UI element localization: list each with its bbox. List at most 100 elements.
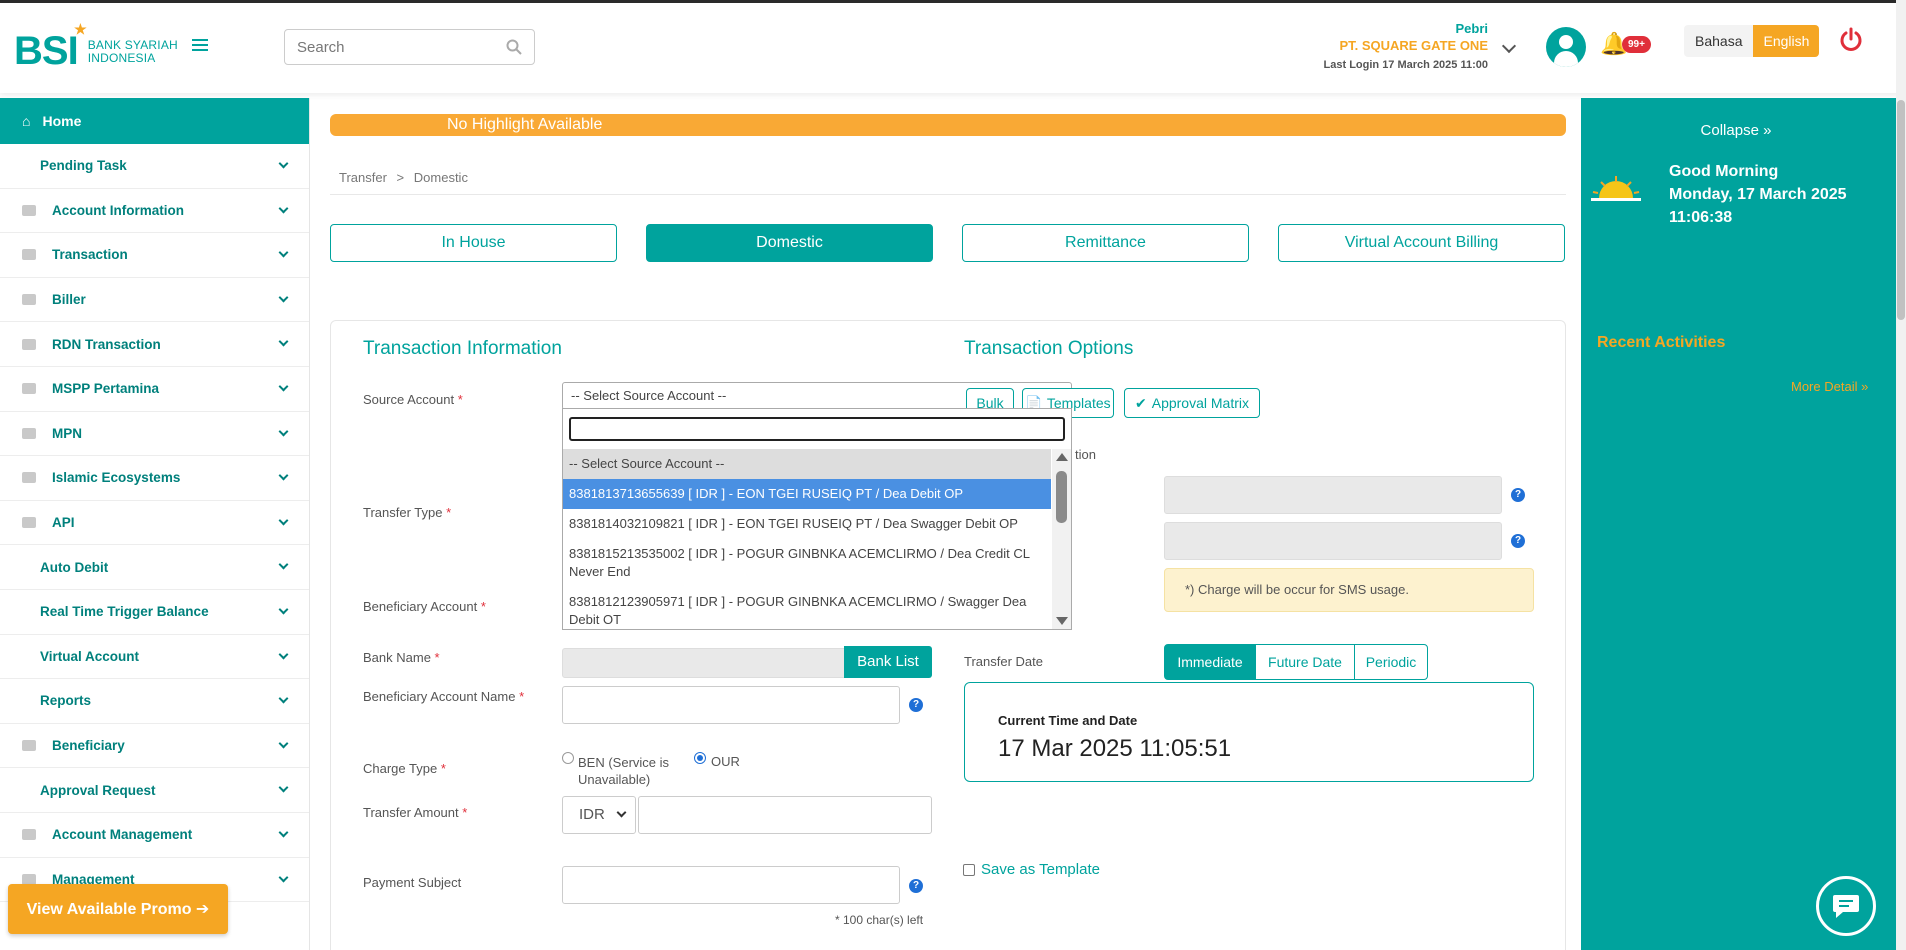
logo-text: BANK SYARIAH INDONESIA <box>87 37 178 65</box>
chevron-down-icon[interactable] <box>278 515 289 526</box>
transfer-amount-input[interactable] <box>638 796 932 834</box>
chevron-down-icon[interactable] <box>278 292 289 303</box>
chevron-down-icon[interactable] <box>278 158 289 169</box>
sidebar-item[interactable]: MPN <box>0 412 309 457</box>
date-immediate-button[interactable]: Immediate <box>1164 644 1256 680</box>
chevron-down-icon <box>616 807 627 818</box>
option-field-1[interactable] <box>1164 476 1502 514</box>
handshake-icon <box>22 472 36 484</box>
chevron-down-icon[interactable] <box>278 693 289 704</box>
sidebar-item[interactable]: Pending Task <box>0 144 309 189</box>
chevron-down-icon[interactable] <box>278 247 289 258</box>
lang-english-button[interactable]: English <box>1753 25 1820 57</box>
approval-matrix-button[interactable]: ✔ Approval Matrix <box>1124 388 1260 418</box>
chevron-down-icon[interactable] <box>278 381 289 392</box>
sidebar-item[interactable]: Account Management <box>0 813 309 858</box>
save-template-label[interactable]: Save as Template <box>981 861 1100 878</box>
page-scrollbar[interactable] <box>1896 0 1906 950</box>
menu-toggle-icon[interactable] <box>192 39 208 53</box>
search-input[interactable] <box>297 38 487 56</box>
sidebar-item[interactable]: Real Time Trigger Balance <box>0 590 309 635</box>
dropdown-option[interactable]: 8381815213535002 [ IDR ] - POGUR GINBNKA… <box>563 539 1051 587</box>
tab-virtual-account-billing[interactable]: Virtual Account Billing <box>1278 224 1565 262</box>
sidebar-item[interactable]: API <box>0 501 309 546</box>
bank-name-field[interactable] <box>562 648 872 678</box>
sidebar-item[interactable]: RDN Transaction <box>0 322 309 367</box>
chevron-down-icon[interactable] <box>278 827 289 838</box>
dropdown-option[interactable]: 8381814032109821 [ IDR ] - EON TGEI RUSE… <box>563 509 1051 539</box>
avatar[interactable] <box>1546 27 1586 67</box>
greeting-date: Monday, 17 March 2025 <box>1669 186 1847 203</box>
payment-subject-label: Payment Subject <box>363 875 462 890</box>
sidebar-item[interactable]: Transaction <box>0 233 309 278</box>
sidebar-item-label: Biller <box>52 292 86 308</box>
dropdown-option-selected[interactable]: 8381813713655639 [ IDR ] - EON TGEI RUSE… <box>563 479 1051 509</box>
help-icon[interactable]: ? <box>909 698 923 712</box>
sidebar-item[interactable]: MSPP Pertamina <box>0 367 309 412</box>
sidebar-item-label: Virtual Account <box>40 648 140 664</box>
breadcrumb-transfer[interactable]: Transfer <box>339 170 387 185</box>
payment-subject-input[interactable] <box>562 866 900 904</box>
tab-in-house[interactable]: In House <box>330 224 617 262</box>
sidebar-item[interactable]: Reports <box>0 679 309 724</box>
search-box[interactable] <box>284 29 535 65</box>
help-icon[interactable]: ? <box>1511 488 1525 502</box>
sidebar-item[interactable]: Islamic Ecosystems <box>0 456 309 501</box>
chevron-down-icon[interactable] <box>1501 38 1517 54</box>
chevron-down-icon[interactable] <box>278 782 289 793</box>
sidebar-item[interactable]: Beneficiary <box>0 724 309 769</box>
scroll-thumb[interactable] <box>1056 471 1067 523</box>
date-periodic-button[interactable]: Periodic <box>1354 644 1428 680</box>
more-detail-link[interactable]: More Detail » <box>1791 379 1868 394</box>
option-field-2[interactable] <box>1164 522 1502 560</box>
sidebar-item-label: MPN <box>52 425 82 441</box>
dropdown-scrollbar[interactable] <box>1052 449 1071 629</box>
dropdown-option[interactable]: -- Select Source Account -- <box>563 449 1051 479</box>
chevron-down-icon[interactable] <box>278 203 289 214</box>
charge-ben-label: BEN (Service is Unavailable) <box>578 755 670 787</box>
scroll-down-arrow-icon[interactable] <box>1056 617 1068 625</box>
chat-icon[interactable] <box>1816 876 1876 936</box>
chevron-down-icon[interactable] <box>278 738 289 749</box>
dropdown-option[interactable]: 8381812123905971 [ IDR ] - POGUR GINBNKA… <box>563 587 1051 629</box>
lang-bahasa-button[interactable]: Bahasa <box>1684 25 1754 57</box>
sidebar-item[interactable]: Account Information <box>0 189 309 234</box>
search-icon[interactable] <box>506 39 522 55</box>
beneficiary-name-input[interactable] <box>562 686 900 724</box>
view-promo-button[interactable]: View Available Promo ➔ <box>8 884 228 934</box>
sidebar-item[interactable]: Biller <box>0 278 309 323</box>
folder-icon <box>22 740 36 752</box>
chevron-down-icon[interactable] <box>278 649 289 659</box>
sidebar-item[interactable]: Virtual Account <box>0 635 309 680</box>
sidebar-item[interactable]: Auto Debit <box>0 545 309 590</box>
save-template-checkbox[interactable] <box>963 864 975 876</box>
breadcrumb-separator-icon: > <box>396 170 405 185</box>
current-time-value: 17 Mar 2025 11:05:51 <box>998 735 1232 762</box>
bank-list-button[interactable]: Bank List <box>844 646 932 678</box>
charge-our-radio[interactable] <box>694 752 706 764</box>
chevron-down-icon[interactable] <box>278 604 289 615</box>
tab-domestic[interactable]: Domestic <box>646 224 933 262</box>
chevron-down-icon[interactable] <box>278 559 289 570</box>
chevron-down-icon[interactable] <box>278 872 289 882</box>
sidebar-item-label: Auto Debit <box>40 559 109 575</box>
sidebar-item-label: Beneficiary <box>52 738 125 754</box>
chevron-down-icon[interactable] <box>278 336 289 347</box>
main-content: No Highlight Available Transfer > Domest… <box>330 98 1566 950</box>
bsi-logo[interactable]: BSI ★ BANK SYARIAH INDONESIA <box>14 21 178 74</box>
sidebar: ⌂ Home Pending Task Account Information Tr… <box>0 98 310 950</box>
chevron-down-icon[interactable] <box>278 426 289 437</box>
sidebar-item-home[interactable]: ⌂ Home <box>0 98 309 144</box>
currency-select[interactable]: IDR <box>562 796 636 834</box>
date-future-button[interactable]: Future Date <box>1255 644 1355 680</box>
sidebar-item[interactable]: Approval Request <box>0 768 309 813</box>
chevron-down-icon[interactable] <box>278 470 289 481</box>
help-icon[interactable]: ? <box>1511 534 1525 548</box>
scroll-up-arrow-icon[interactable] <box>1056 453 1068 461</box>
briefcase-icon <box>22 338 36 350</box>
dropdown-search-input[interactable] <box>569 417 1065 441</box>
help-icon[interactable]: ? <box>909 879 923 893</box>
power-icon[interactable] <box>1838 27 1864 53</box>
tab-remittance[interactable]: Remittance <box>962 224 1249 262</box>
collapse-button[interactable]: Collapse » <box>1581 122 1891 139</box>
